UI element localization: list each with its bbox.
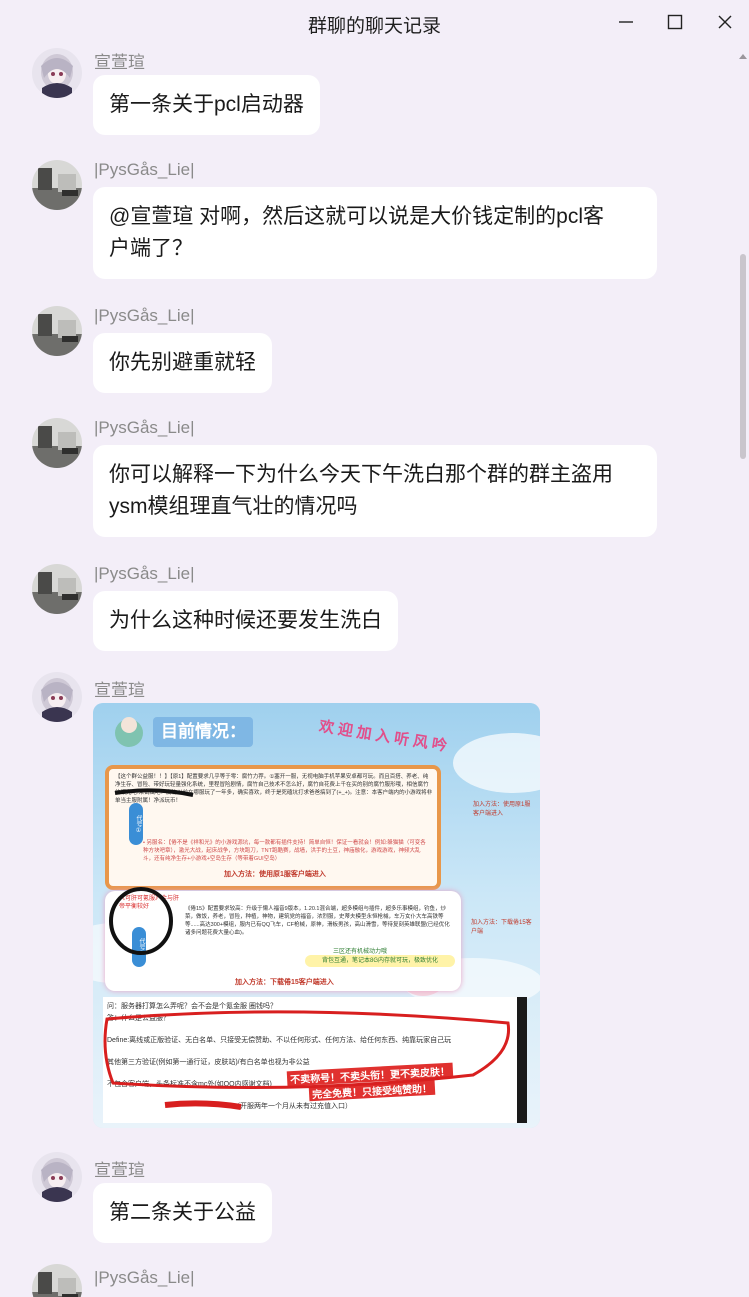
- message-bubble[interactable]: 为什么这种时候还要发生洗白: [93, 591, 398, 651]
- anime-avatar[interactable]: [32, 48, 82, 98]
- message-bubble[interactable]: 你先别避重就轻: [93, 333, 272, 393]
- message-bubble[interactable]: 第二条关于公益: [93, 1183, 272, 1243]
- sender-name: |PysGås_Lie|: [94, 418, 195, 437]
- scrollbar-thumb[interactable]: [740, 254, 746, 459]
- minimize-icon: [619, 21, 633, 23]
- poster-annotations: [103, 788, 511, 1110]
- message-text: 户端了？: [109, 237, 193, 260]
- sender-name: |PysGås_Lie|: [94, 306, 195, 325]
- chat-history[interactable]: 宣萱瑄 第一条关于pcl启动器 |PysGås_Lie| @宣萱瑄 对啊，然后这…: [0, 44, 736, 1297]
- room-avatar[interactable]: [32, 160, 82, 210]
- scroll-up-arrow-icon[interactable]: [739, 54, 747, 59]
- message-text: 第一条关于pcl启动器: [109, 93, 304, 116]
- message-bubble[interactable]: 你可以解释一下为什么今天下午洗白那个群的群主盗用 ysm模组理直气壮的情况吗: [93, 445, 657, 537]
- sender-name: |PysGås_Lie|: [94, 160, 195, 179]
- close-button[interactable]: [710, 8, 740, 36]
- message-bubble[interactable]: @宣萱瑄 对啊，然后这就可以说是大价钱定制的pcl客 户端了？: [93, 187, 657, 279]
- room-avatar[interactable]: [32, 1264, 82, 1297]
- scrollbar[interactable]: [736, 44, 749, 1297]
- anime-avatar[interactable]: [32, 672, 82, 722]
- message-text: ysm模组理直气壮的情况吗: [109, 495, 358, 518]
- message-text: 第二条关于公益: [109, 1201, 256, 1224]
- image-message[interactable]: 目前情况： 欢迎加入听风吟 【这个群公益服！！】【原1】配置要求几乎等于零：腐竹…: [93, 703, 540, 1128]
- maximize-button[interactable]: [660, 8, 690, 36]
- sender-name: 宣萱瑄: [94, 53, 145, 72]
- sender-name: |PysGås_Lie|: [94, 564, 195, 583]
- close-icon: [718, 15, 732, 29]
- message-text: 为什么这种时候还要发生洗白: [109, 609, 382, 632]
- anime-avatar[interactable]: [32, 1152, 82, 1202]
- message-bubble[interactable]: 第一条关于pcl启动器: [93, 75, 320, 135]
- message-text: @宣萱瑄 对啊，然后这就可以说是大价钱定制的pcl客: [109, 205, 604, 228]
- sender-name: |PysGås_Lie|: [94, 1268, 195, 1287]
- sender-name: 宣萱瑄: [94, 681, 145, 700]
- message-text: 你可以解释一下为什么今天下午洗白那个群的群主盗用: [109, 463, 613, 486]
- room-avatar[interactable]: [32, 306, 82, 356]
- room-avatar[interactable]: [32, 564, 82, 614]
- minimize-button[interactable]: [611, 8, 641, 36]
- message-text: 你先别避重就轻: [109, 351, 256, 374]
- title-bar: 群聊的聊天记录: [0, 0, 749, 44]
- sender-name: 宣萱瑄: [94, 1161, 145, 1180]
- room-avatar[interactable]: [32, 418, 82, 468]
- maximize-icon: [667, 14, 683, 30]
